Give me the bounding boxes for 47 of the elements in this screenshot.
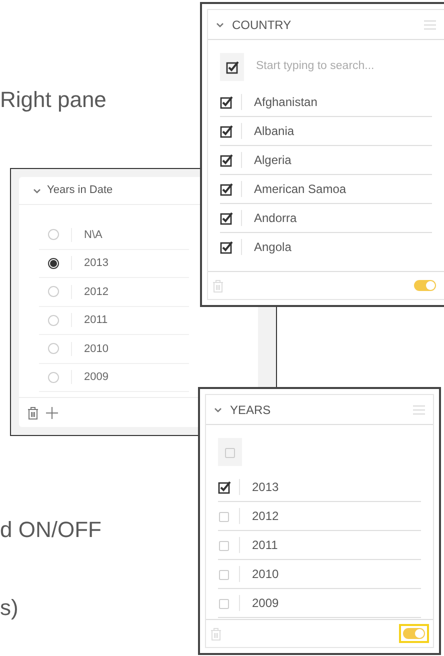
slide-text: s) [0, 594, 18, 622]
radio-option[interactable]: 2012 [39, 278, 189, 306]
checkbox[interactable] [218, 538, 231, 552]
chevron-icon[interactable] [33, 188, 41, 194]
radio-option[interactable]: 2011 [39, 306, 189, 335]
slide-text: d ON/OFF [0, 516, 102, 544]
chevron-icon[interactable] [216, 22, 224, 28]
checkbox[interactable] [220, 182, 233, 196]
panel-title: YEARS [230, 402, 272, 418]
toggle-switch[interactable] [414, 280, 436, 291]
checkbox[interactable] [220, 95, 233, 109]
checkbox-option[interactable]: Albania [220, 117, 432, 146]
slide-text: Right pane [0, 86, 106, 114]
radio-button[interactable] [48, 258, 59, 269]
menu-icon[interactable] [413, 404, 425, 414]
checkbox[interactable] [220, 240, 233, 254]
toggle-switch[interactable] [403, 628, 425, 639]
radio-option[interactable]: 2013 [39, 250, 189, 278]
checkbox[interactable] [220, 153, 233, 167]
checkbox-option[interactable]: 2009 [218, 589, 421, 618]
checkbox-option[interactable]: Angola [220, 233, 432, 256]
trash-icon[interactable] [27, 406, 39, 420]
checkbox-option[interactable]: Afghanistan [220, 88, 432, 117]
checkbox-option[interactable]: Andorra [220, 204, 432, 233]
checkbox-option[interactable]: 2011 [218, 531, 421, 560]
radio-option[interactable]: N\A [39, 221, 189, 250]
checkbox[interactable] [218, 509, 231, 523]
chevron-icon[interactable] [214, 406, 222, 412]
radio-option[interactable]: 2010 [39, 335, 189, 364]
checkbox[interactable] [218, 596, 231, 610]
menu-icon[interactable] [424, 20, 436, 30]
checkbox[interactable] [218, 567, 231, 581]
checkbox[interactable] [220, 124, 233, 138]
checkbox-option[interactable]: 2012 [218, 502, 421, 531]
plus-icon[interactable] [45, 406, 59, 420]
radio-option[interactable]: 2009 [39, 364, 189, 392]
checkbox-option[interactable]: 2013 [218, 473, 421, 502]
panel-title: COUNTRY [232, 16, 292, 34]
checkbox-option[interactable]: American Samoa [220, 175, 432, 204]
checkbox[interactable] [226, 60, 238, 74]
checkbox[interactable] [218, 480, 231, 494]
panel-title: Years in Date [47, 183, 113, 198]
checkbox-option[interactable]: 2010 [218, 560, 421, 589]
checkbox[interactable] [220, 211, 233, 225]
search-field[interactable]: Start typing to search... [256, 58, 426, 76]
checkbox[interactable] [224, 445, 236, 459]
checkbox-option[interactable]: Algeria [220, 146, 432, 175]
